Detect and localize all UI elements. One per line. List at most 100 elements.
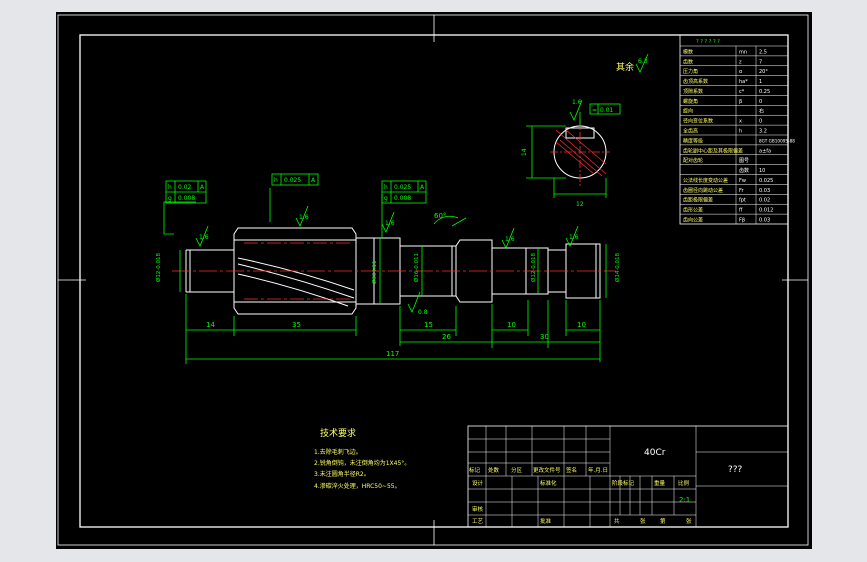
svg-text:=: = <box>592 107 597 114</box>
cad-drawing-sheet: 14 35 15 10 10 26 30 117 60° Ø12-0.018 Ø… <box>56 12 812 549</box>
svg-text:0.008: 0.008 <box>394 195 411 202</box>
gear-param-cell: 3.2 <box>759 129 767 135</box>
svg-text:标准化: 标准化 <box>540 479 557 487</box>
svg-text:g: g <box>384 195 388 202</box>
svg-text:比例: 比例 <box>678 479 690 487</box>
gear-param-cell: 全齿高 <box>683 128 698 135</box>
dimension-texts: 14 35 15 10 10 26 30 117 60° Ø12-0.018 Ø… <box>155 212 621 358</box>
gear-param-cell: h <box>739 129 742 135</box>
svg-text:分区: 分区 <box>511 466 523 474</box>
dim-35: 35 <box>292 321 301 329</box>
dim-30: 30 <box>540 333 549 341</box>
gear-table-header: ? ? ? ? ? ? <box>696 39 720 45</box>
gear-param-cell: 齿圈径向跳动公差 <box>683 187 723 194</box>
roughness-4: 1.6 <box>505 236 515 243</box>
svg-text:h: h <box>274 177 278 184</box>
svg-text:4.渗碳淬火处理，HRC50~55。: 4.渗碳淬火处理，HRC50~55。 <box>314 482 401 490</box>
gear-param-cell: 齿顶高系数 <box>683 78 708 85</box>
svg-text:h: h <box>384 184 388 191</box>
gear-param-cell: x <box>739 119 742 125</box>
svg-text:A: A <box>200 184 205 191</box>
gear-param-cell: 公法线长度变动公差 <box>683 177 728 184</box>
tech-title: 技术要求 <box>320 427 356 439</box>
gear-param-cell: β <box>739 99 742 105</box>
roughness-5: 1.6 <box>569 234 579 241</box>
dim-10a: 10 <box>507 321 516 329</box>
gear-param-cell: 齿形公差 <box>683 207 703 214</box>
svg-text:0.025: 0.025 <box>284 177 301 184</box>
gear-param-cell: 图号 <box>739 158 749 164</box>
svg-text:年.月.日: 年.月.日 <box>588 466 608 474</box>
dim-dia-bearing: Ø12-0.018 <box>530 252 537 282</box>
gear-param-cell: α <box>739 69 743 75</box>
gear-param-cell: 0.25 <box>759 89 770 95</box>
dim-117: 117 <box>386 350 399 358</box>
dim-dia-right: Ø14-0.018 <box>614 252 621 282</box>
shaft-main-view <box>172 227 616 315</box>
scale-value: 2:1 <box>679 496 690 504</box>
gear-param-cell: 2.5 <box>759 49 767 55</box>
dim-14: 14 <box>206 321 215 329</box>
roughness-1: 1.6 <box>199 234 209 241</box>
gear-param-cell: 配对齿轮 <box>683 157 703 164</box>
section-height: 14 <box>521 148 528 156</box>
dim-15: 15 <box>424 321 433 329</box>
gear-param-cell: 螺旋角 <box>683 98 698 105</box>
dim-26: 26 <box>442 333 451 341</box>
gear-param-cell: 径向变位系数 <box>683 118 713 125</box>
gear-param-cell: ff <box>739 208 743 214</box>
section-width: 12 <box>576 201 584 208</box>
svg-text:工艺: 工艺 <box>472 518 484 525</box>
gear-param-cell: 齿向公差 <box>683 217 703 224</box>
gear-param-cell: mn <box>739 49 747 55</box>
title-block: 标记 处数 分区 更改文件号 签名 年.月.日 设计 标准化 阶段标记 重量 比… <box>467 425 789 528</box>
gear-param-cell: 压力角 <box>683 68 698 75</box>
roughness-note: 其余 6.3 <box>616 53 649 73</box>
svg-text:张: 张 <box>640 517 646 525</box>
svg-text:共: 共 <box>614 517 620 525</box>
svg-text:其余: 其余 <box>616 61 634 73</box>
section-roughness: 1.6 <box>572 99 582 106</box>
gear-param-cell: 0.02 <box>759 198 770 204</box>
gear-param-cell: 齿数 <box>683 58 693 65</box>
dim-dia-mid: Ø16-0.011 <box>413 253 420 282</box>
svg-text:0.025: 0.025 <box>394 184 411 191</box>
svg-text:审核: 审核 <box>472 505 484 513</box>
gear-param-cell: 顶隙系数 <box>683 88 703 95</box>
svg-text:批准: 批准 <box>540 517 552 525</box>
roughness-3: 1.6 <box>385 220 395 227</box>
svg-text:签名: 签名 <box>566 466 577 474</box>
dim-angle: 60° <box>434 212 446 220</box>
svg-text:标记: 标记 <box>469 466 481 474</box>
svg-text:A: A <box>311 177 316 184</box>
svg-text:A: A <box>420 184 425 191</box>
svg-text:3.未注圆角半径R2。: 3.未注圆角半径R2。 <box>314 470 370 478</box>
gear-param-cell: fpt <box>739 198 746 204</box>
gear-param-cell: c* <box>739 89 745 95</box>
svg-text:0.02: 0.02 <box>178 184 192 191</box>
gear-param-cell: Fw <box>739 178 746 184</box>
tolerance-frame-1: h 0.02 A g 0.008 <box>165 180 207 204</box>
gear-param-cell: 精度等级 <box>683 137 703 144</box>
svg-text:2.锐角倒钝，未注倒角均为1X45°。: 2.锐角倒钝，未注倒角均为1X45°。 <box>314 459 410 467</box>
gear-param-cell: ha* <box>739 79 748 85</box>
svg-text:第: 第 <box>660 517 666 525</box>
gear-param-cell: 20° <box>759 69 768 75</box>
drawing-canvas: 14 35 15 10 10 26 30 117 60° Ø12-0.018 Ø… <box>57 14 809 546</box>
gear-param-cell: a±fa <box>759 148 771 154</box>
svg-text:0.008: 0.008 <box>178 195 195 202</box>
roughness-6: 0.8 <box>418 309 428 316</box>
gear-param-cell: 0.012 <box>759 208 773 214</box>
section-view: 14 12 1.6 = 0.01 <box>521 99 621 208</box>
material-label: 40Cr <box>644 448 666 458</box>
gear-param-cell: 旋向 <box>683 108 693 115</box>
gear-param-cell: 10 <box>759 168 765 174</box>
svg-text:h: h <box>168 184 172 191</box>
gear-param-cell: 7 <box>759 59 762 65</box>
svg-text:重量: 重量 <box>654 479 666 487</box>
svg-text:0.01: 0.01 <box>600 107 614 114</box>
gear-param-cell: 齿距极限偏差 <box>683 197 713 204</box>
gear-param-cell: 0.03 <box>759 218 770 224</box>
svg-text:g: g <box>168 195 172 202</box>
gear-param-cell: 齿轮副中心距及其极限偏差 <box>683 147 743 154</box>
